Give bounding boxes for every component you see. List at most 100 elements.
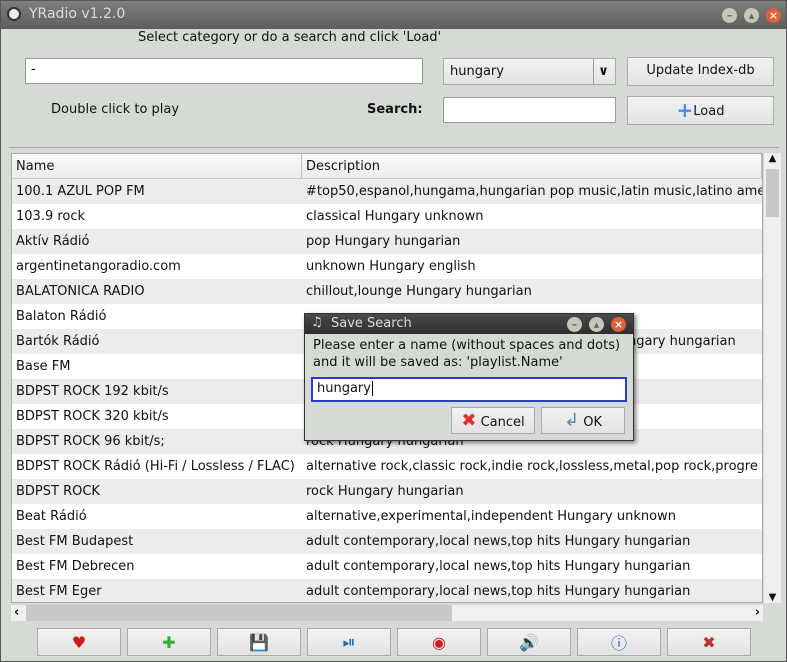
vertical-scrollbar[interactable]: ▲ ▼ [764,153,781,603]
play-pause-button[interactable]: ⏯ [307,628,391,656]
horizontal-scrollbar[interactable]: ‹ › [11,605,763,621]
table-row[interactable]: 103.9 rock classical Hungary unknown [12,204,762,229]
music-note-icon: ♫ [311,315,323,330]
station-description: pop Hungary hungarian [306,234,461,249]
load-button[interactable]: +Load [627,96,774,125]
dialog-message-line2: and it will be saved as: 'playlist.Name' [313,355,563,370]
station-description: alternative,experimental,independent Hun… [306,509,676,524]
column-header-name[interactable]: Name [12,154,302,178]
table-row[interactable]: Best FM Budapest adult contemporary,local… [12,529,762,554]
exit-icon: ✖ [702,632,716,652]
playlist-name-value: hungary [317,381,371,396]
info-button[interactable]: ⓘ [577,628,661,656]
table-row[interactable]: BDPST ROCK rock Hungary hungarian [12,479,762,504]
station-name: argentinetangoradio.com [16,259,181,274]
scroll-left-icon[interactable]: ‹ [14,605,19,620]
station-name: BDPST ROCK [16,484,100,499]
heart-button[interactable]: ♥ [37,628,121,656]
station-name: 103.9 rock [16,209,86,224]
station-description: unknown Hungary english [306,259,476,274]
chevron-down-icon[interactable]: ∨ [593,59,613,85]
volume-icon: 🔊 [519,632,539,652]
volume-button[interactable]: 🔊 [487,628,571,656]
splitter[interactable] [9,147,779,148]
save-button[interactable]: 💾 [217,628,301,656]
save-icon: 💾 [249,632,269,652]
horizontal-scroll-thumb[interactable] [26,605,452,621]
dialog-title: Save Search [331,316,412,331]
station-description: alternative rock,classic rock,indie rock… [306,459,758,474]
plus-icon: + [676,98,694,122]
save-search-dialog: ♫ Save Search – ▴ × Please enter a name … [304,313,634,441]
dialog-maximize-button[interactable]: ▴ [589,317,604,332]
add-button[interactable]: ✚ [127,628,211,656]
table-header: Name Description [12,154,762,179]
station-name: Beat Rádió [16,509,87,524]
info-icon: ⓘ [610,634,627,653]
cancel-button[interactable]: ✖ Cancel [451,407,535,434]
dialog-title-bar: ♫ Save Search – ▴ × [305,314,633,334]
update-index-button[interactable]: Update Index-db [627,57,774,86]
table-row[interactable]: Best FM Debrecen adult contemporary,local… [12,554,762,579]
play-pause-icon: ⏯ [342,632,356,651]
load-label: Load [693,104,725,119]
enter-arrow-icon: ↲ [564,410,580,431]
station-name: 100.1 AZUL POP FM [16,184,145,199]
cancel-label: Cancel [480,415,525,430]
app-icon [7,7,21,21]
window-title: YRadio v1.2.0 [29,6,126,22]
station-name: BDPST ROCK Rádió (Hi-Fi / Lossless / FLA… [16,459,295,474]
scroll-right-icon[interactable]: › [755,605,760,620]
exit-button[interactable]: ✖ [667,628,751,656]
table-row[interactable]: BALATONICA RADIO chillout,lounge Hungary … [12,279,762,304]
hint-label: Double click to play [51,102,180,117]
country-select-value: hungary [450,64,504,79]
station-description: #top50,espanol,hungama,hungarian pop mus… [306,184,762,199]
station-name: BALATONICA RADIO [16,284,145,299]
table-row[interactable]: 100.1 AZUL POP FM #top50,espanol,hungama,… [12,179,762,204]
instruction-label: Select category or do a search and click… [138,30,442,45]
ok-button[interactable]: ↲ OK [541,407,625,434]
minimize-button[interactable]: – [722,8,737,23]
dialog-close-button[interactable]: × [611,317,626,332]
add-icon: ✚ [162,632,176,652]
category-input[interactable]: - [25,58,423,84]
table-row[interactable]: Best FM Eger adult contemporary,local new… [12,579,762,602]
station-description: adult contemporary,local news,top hits H… [306,559,691,574]
station-name: BDPST ROCK 320 kbit/s [16,409,169,424]
title-bar: YRadio v1.2.0 – ▴ × [1,1,786,29]
close-button[interactable]: × [766,8,781,23]
scroll-up-icon[interactable]: ▲ [764,153,781,164]
station-description: adult contemporary,local news,top hits H… [306,584,691,599]
column-header-description[interactable]: Description [302,154,762,178]
station-description: rock Hungary hungarian [306,484,464,499]
station-name: Best FM Eger [16,584,102,599]
table-row[interactable]: Aktív Rádió pop Hungary hungarian [12,229,762,254]
vertical-scroll-thumb[interactable] [766,169,779,217]
search-label: Search: [367,102,423,117]
dialog-minimize-button[interactable]: – [567,317,582,332]
maximize-button[interactable]: ▴ [744,8,759,23]
cancel-icon: ✖ [461,410,477,431]
scroll-down-icon[interactable]: ▼ [764,592,781,603]
record-icon: ◉ [432,632,446,652]
station-description: classical Hungary unknown [306,209,484,224]
station-name: Best FM Debrecen [16,559,135,574]
station-name: Balaton Rádió [16,309,107,324]
record-button[interactable]: ◉ [397,628,481,656]
station-name: BDPST ROCK 192 kbit/s [16,384,169,399]
table-row[interactable]: BDPST ROCK Rádió (Hi-Fi / Lossless / FLA… [12,454,762,479]
station-description: adult contemporary,local news,top hits H… [306,534,691,549]
table-row[interactable]: Beat Rádió alternative,experimental,indep… [12,504,762,529]
table-row[interactable]: argentinetangoradio.com unknown Hungary e… [12,254,762,279]
main-window: YRadio v1.2.0 – ▴ × Select category or d… [0,0,787,662]
station-description: chillout,lounge Hungary hungarian [306,284,532,299]
heart-icon: ♥ [71,632,87,652]
playlist-name-input[interactable]: hungary [311,377,627,402]
station-name: Bartók Rádió [16,334,100,349]
search-input[interactable] [443,97,616,123]
station-name: BDPST ROCK 96 kbit/s; [16,434,165,449]
ok-label: OK [583,415,602,430]
dialog-message-line1: Please enter a name (without spaces and … [313,338,621,353]
country-select[interactable]: hungary ∨ [443,58,616,85]
